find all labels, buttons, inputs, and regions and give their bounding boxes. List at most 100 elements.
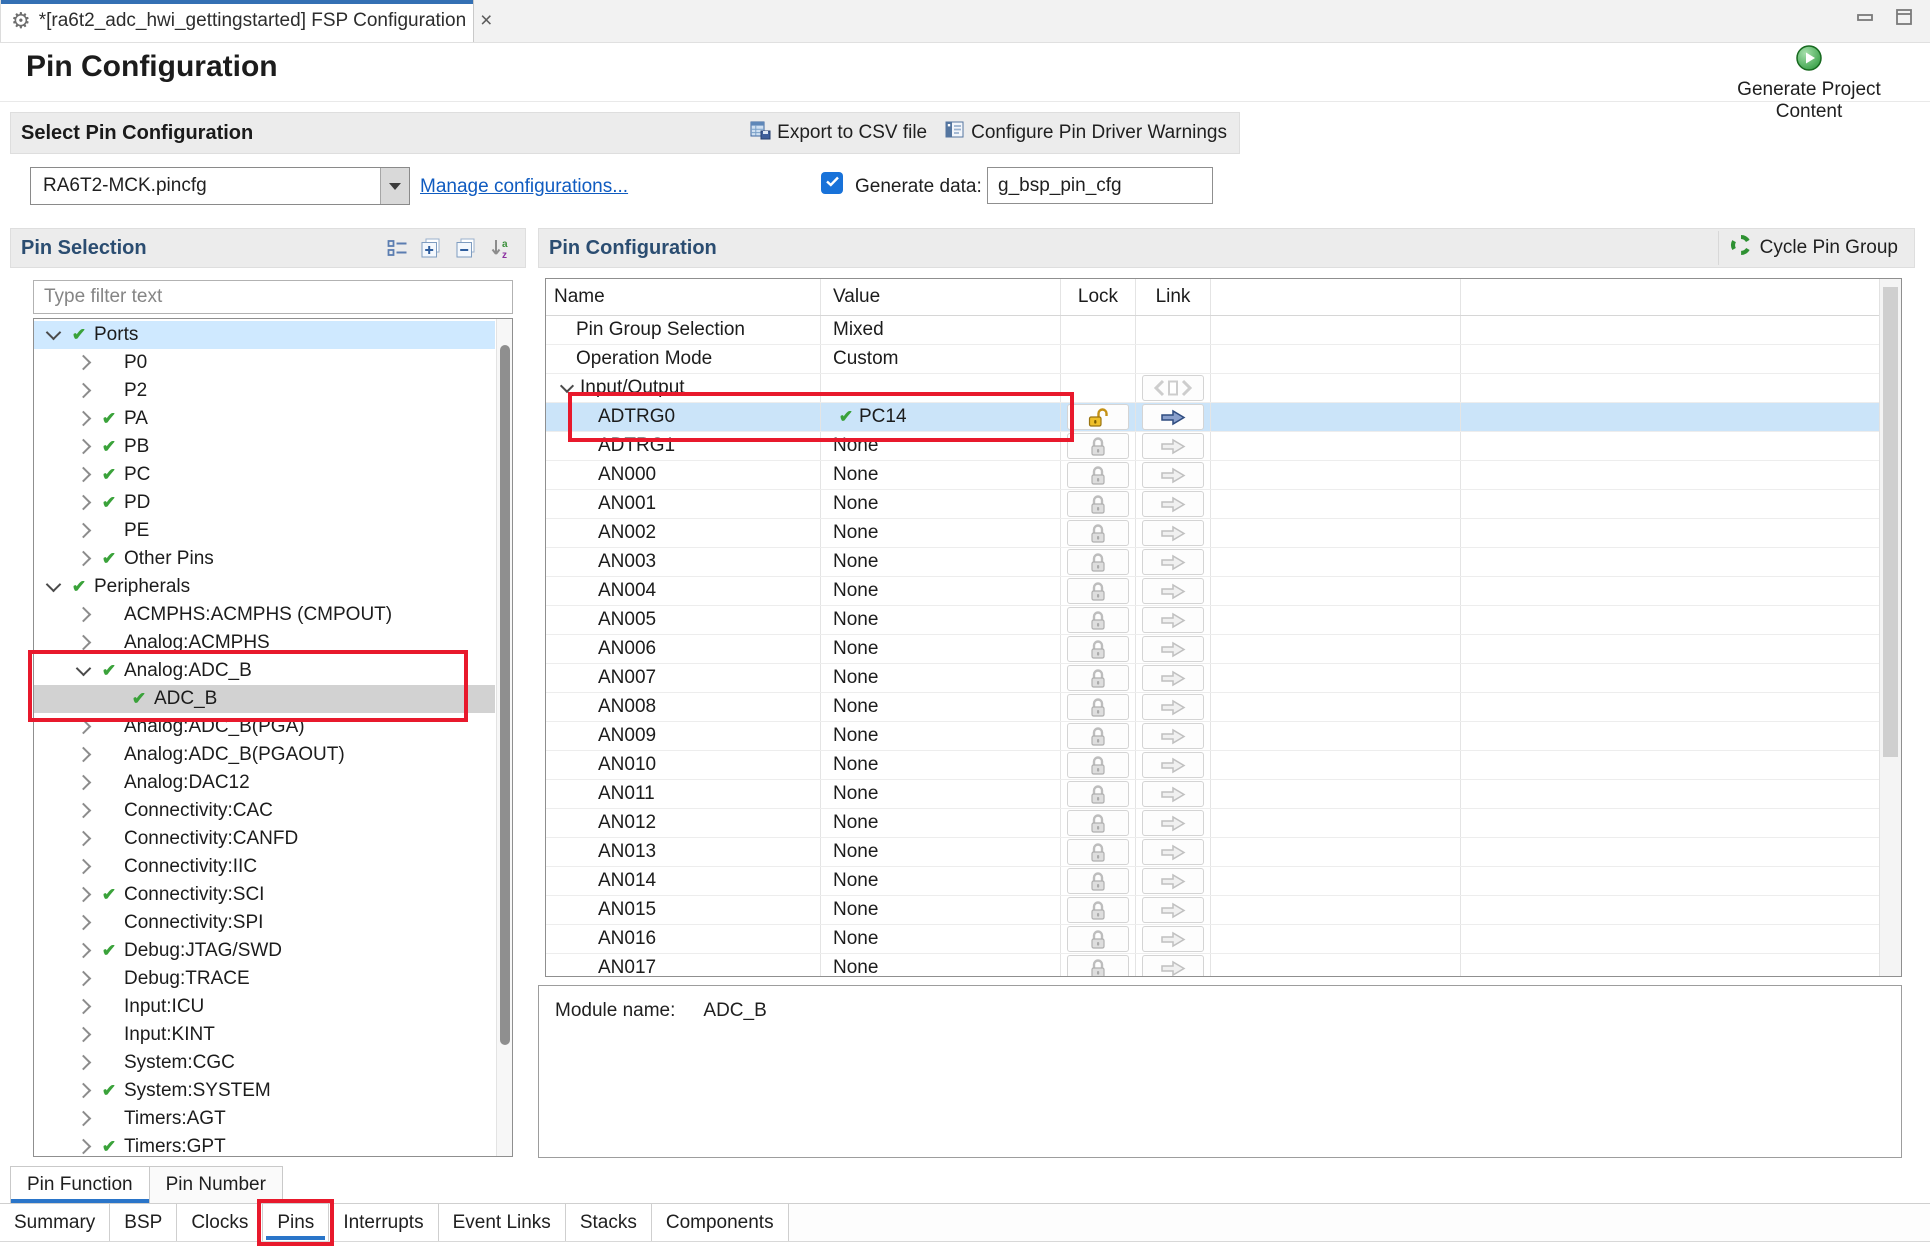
tree-item-debug-jtag-swd[interactable]: ✔Debug:JTAG/SWD [34, 937, 495, 965]
generate-project-content-button[interactable]: Generate Project Content [1704, 44, 1914, 123]
chevron-right-icon[interactable] [70, 1003, 96, 1012]
pin-row-an013[interactable]: AN013None [546, 838, 1901, 867]
tab-fsp-configuration[interactable]: ⚙ *[ra6t2_adc_hwi_gettingstarted] FSP Co… [0, 0, 474, 42]
lock-icon[interactable] [1067, 433, 1129, 459]
tree-item-analog-dac12[interactable]: Analog:DAC12 [34, 769, 495, 797]
tree-item-adc-b[interactable]: ✔ADC_B [34, 685, 495, 713]
lock-icon[interactable] [1067, 926, 1129, 952]
tree-item-pc[interactable]: ✔PC [34, 461, 495, 489]
configure-pin-driver-warnings-button[interactable]: Configure Pin Driver Warnings [945, 121, 1227, 146]
lock-icon[interactable] [1067, 607, 1129, 633]
link-arrow-icon[interactable] [1142, 897, 1204, 923]
pin-row-an005[interactable]: AN005None [546, 606, 1901, 635]
link-arrow-icon[interactable] [1142, 462, 1204, 488]
pin-row-an004[interactable]: AN004None [546, 577, 1901, 606]
chevron-down-icon[interactable] [380, 168, 409, 204]
minimize-icon[interactable] [1854, 8, 1876, 26]
chevron-right-icon[interactable] [70, 863, 96, 872]
pin-row-an008[interactable]: AN008None [546, 693, 1901, 722]
link-arrow-icon[interactable] [1142, 549, 1204, 575]
link-arrow-icon[interactable] [1142, 491, 1204, 517]
chevron-right-icon[interactable] [70, 751, 96, 760]
pin-row-an012[interactable]: AN012None [546, 809, 1901, 838]
tab-interrupts[interactable]: Interrupts [329, 1204, 438, 1241]
table-scrollbar-thumb[interactable] [1883, 287, 1898, 757]
tree-item-timers-agt[interactable]: Timers:AGT [34, 1105, 495, 1133]
manage-configurations-link[interactable]: Manage configurations... [420, 176, 628, 198]
lock-icon[interactable] [1067, 897, 1129, 923]
lock-icon[interactable] [1067, 520, 1129, 546]
close-icon[interactable]: × [480, 9, 492, 33]
pin-row-an006[interactable]: AN006None [546, 635, 1901, 664]
link-arrow-icon[interactable] [1142, 404, 1204, 430]
chevron-right-icon[interactable] [70, 807, 96, 816]
chevron-right-icon[interactable] [70, 1087, 96, 1096]
tree-item-analog-adc-b-pga[interactable]: Analog:ADC_B(PGA) [34, 713, 495, 741]
link-arrow-icon[interactable] [1142, 665, 1204, 691]
chevron-right-icon[interactable] [70, 891, 96, 900]
pin-row-an010[interactable]: AN010None [546, 751, 1901, 780]
tree-item-ports[interactable]: ✔Ports [34, 321, 495, 349]
chevron-right-icon[interactable] [70, 443, 96, 452]
tree-item-pd[interactable]: ✔PD [34, 489, 495, 517]
pin-row-pin-group-selection[interactable]: Pin Group SelectionMixed [546, 316, 1901, 345]
pin-row-an009[interactable]: AN009None [546, 722, 1901, 751]
pin-row-an003[interactable]: AN003None [546, 548, 1901, 577]
tree-item-pb[interactable]: ✔PB [34, 433, 495, 461]
pin-row-an001[interactable]: AN001None [546, 490, 1901, 519]
lock-icon[interactable] [1067, 810, 1129, 836]
tab-pin-function[interactable]: Pin Function [10, 1166, 150, 1203]
chevron-down-icon[interactable] [554, 386, 580, 391]
pin-row-an014[interactable]: AN014None [546, 867, 1901, 896]
pin-configuration-combobox[interactable]: RA6T2-MCK.pincfg [30, 167, 410, 205]
chevron-right-icon[interactable] [70, 723, 96, 732]
chevron-down-icon[interactable] [40, 584, 66, 590]
tree-item-pa[interactable]: ✔PA [34, 405, 495, 433]
link-arrow-icon[interactable] [1142, 636, 1204, 662]
pin-row-an007[interactable]: AN007None [546, 664, 1901, 693]
chevron-right-icon[interactable] [70, 471, 96, 480]
export-csv-button[interactable]: Export to CSV file [750, 121, 927, 146]
tree-item-system-cgc[interactable]: System:CGC [34, 1049, 495, 1077]
tab-components[interactable]: Components [652, 1204, 789, 1241]
chevron-right-icon[interactable] [70, 975, 96, 984]
chevron-right-icon[interactable] [70, 499, 96, 508]
link-arrow-icon[interactable] [1142, 694, 1204, 720]
chevron-right-icon[interactable] [70, 919, 96, 928]
expand-all-icon[interactable] [420, 238, 443, 259]
pin-row-input-output[interactable]: Input/Output [546, 374, 1901, 403]
maximize-icon[interactable] [1894, 8, 1914, 26]
tree-item-connectivity-iic[interactable]: Connectivity:IIC [34, 853, 495, 881]
lock-icon[interactable] [1067, 752, 1129, 778]
lock-icon[interactable] [1067, 491, 1129, 517]
lock-icon[interactable] [1067, 723, 1129, 749]
chevron-right-icon[interactable] [70, 947, 96, 956]
tab-pin-number[interactable]: Pin Number [150, 1166, 283, 1203]
link-arrow-icon[interactable] [1142, 723, 1204, 749]
tree-item-analog-adc-b-pgaout[interactable]: Analog:ADC_B(PGAOUT) [34, 741, 495, 769]
pin-row-an016[interactable]: AN016None [546, 925, 1901, 954]
tree-filter-input[interactable] [33, 280, 513, 314]
lock-icon[interactable] [1067, 665, 1129, 691]
unlock-icon[interactable] [1067, 404, 1129, 430]
tab-stacks[interactable]: Stacks [566, 1204, 652, 1241]
cycle-pin-group-button[interactable]: Cycle Pin Group [1718, 231, 1908, 265]
list-view-icon[interactable] [387, 239, 408, 258]
chevron-right-icon[interactable] [70, 639, 96, 648]
pin-row-adtrg0[interactable]: ADTRG0✔PC14 [546, 403, 1901, 432]
lock-icon[interactable] [1067, 549, 1129, 575]
tree-item-other-pins[interactable]: ✔Other Pins [34, 545, 495, 573]
tree-item-timers-gpt[interactable]: ✔Timers:GPT [34, 1133, 495, 1157]
lock-icon[interactable] [1067, 636, 1129, 662]
chevron-right-icon[interactable] [70, 1115, 96, 1124]
chevron-down-icon[interactable] [40, 332, 66, 338]
tree-item-p2[interactable]: P2 [34, 377, 495, 405]
link-arrow-icon[interactable] [1142, 781, 1204, 807]
tree-item-connectivity-spi[interactable]: Connectivity:SPI [34, 909, 495, 937]
link-arrow-icon[interactable] [1142, 752, 1204, 778]
chevron-right-icon[interactable] [70, 835, 96, 844]
tree-item-p0[interactable]: P0 [34, 349, 495, 377]
tree-scrollbar-thumb[interactable] [500, 345, 510, 1045]
pin-row-an017[interactable]: AN017None [546, 954, 1901, 977]
chevron-right-icon[interactable] [70, 1143, 96, 1152]
